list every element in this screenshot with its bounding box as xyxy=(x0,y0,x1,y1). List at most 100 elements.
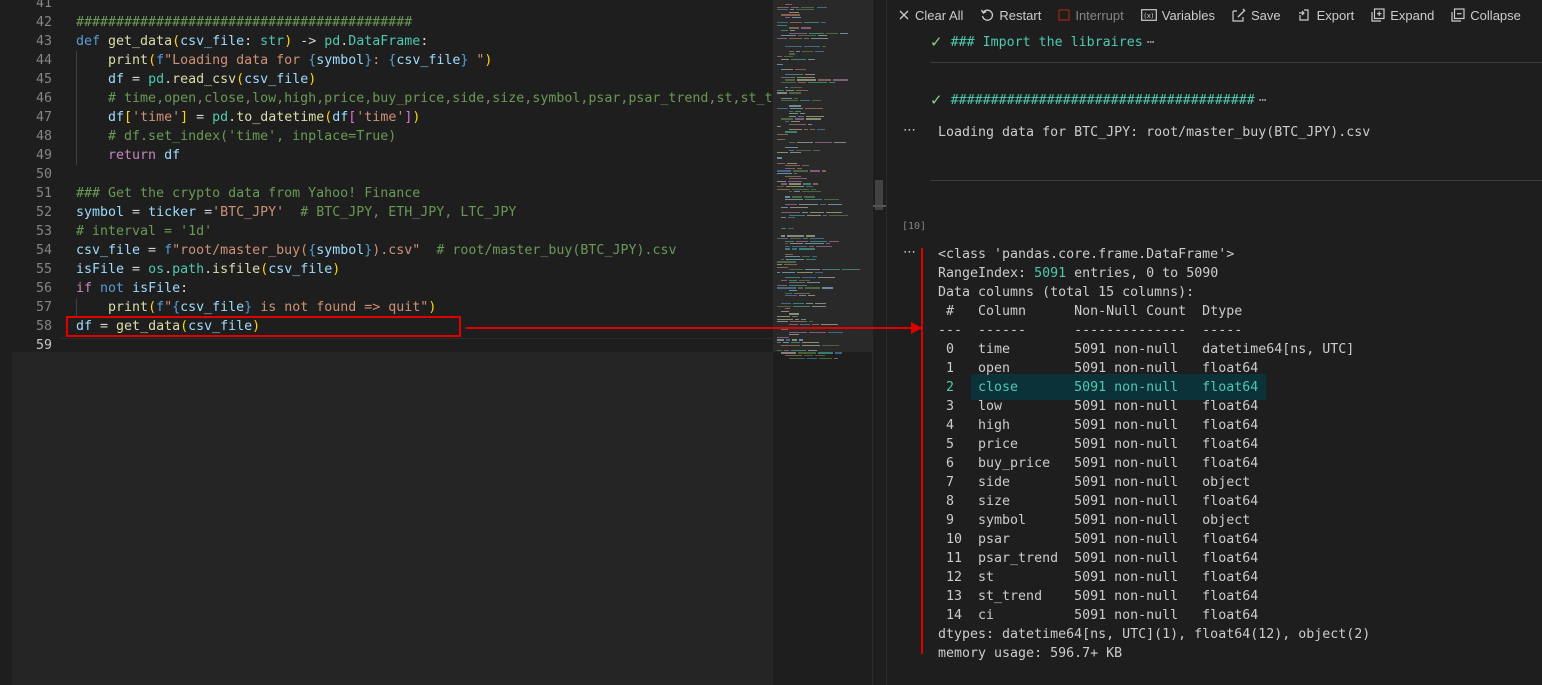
output-line: dtypes: datetime64[ns, UTC](1), float64(… xyxy=(938,627,1371,642)
minimap-code-mark xyxy=(791,6,799,8)
output-line: 6 buy_price 5091 non-null float64 xyxy=(938,456,1259,471)
minimap-code-mark xyxy=(805,269,820,271)
minimap[interactable] xyxy=(773,0,872,685)
minimap-code-mark xyxy=(777,126,781,128)
code-line[interactable]: 51 ### Get the crypto data from Yahoo! Fi… xyxy=(0,184,773,203)
markdown-cell-hashes[interactable]: ✓ ######################################… xyxy=(930,90,1267,110)
expand-button[interactable]: Expand xyxy=(1371,4,1434,26)
minimap-code-mark xyxy=(777,316,791,318)
minimap-code-mark xyxy=(789,128,802,130)
output-more-button[interactable]: ⋯ xyxy=(903,123,917,138)
minimap-code-mark xyxy=(807,295,815,297)
expand-icon xyxy=(1371,8,1385,22)
minimap-code-mark xyxy=(791,349,807,351)
code-line[interactable]: 52 symbol = ticker ='BTC_JPY' # BTC_JPY, … xyxy=(0,203,773,222)
ellipsis-icon[interactable]: ⋯ xyxy=(1259,93,1267,108)
minimap-code-mark xyxy=(804,196,816,198)
ellipsis-icon[interactable]: ⋯ xyxy=(1147,35,1155,50)
code-text: def get_data(csv_file: str) -> pd.DataFr… xyxy=(76,34,429,49)
minimap-code-mark xyxy=(789,9,794,11)
minimap-code-mark xyxy=(797,76,815,78)
minimap-code-mark xyxy=(785,131,798,133)
output-line: 9 symbol 5091 non-null object xyxy=(938,513,1251,528)
minimap-code-mark xyxy=(826,243,830,245)
save-button[interactable]: Save xyxy=(1232,4,1281,26)
code-line[interactable]: 50 xyxy=(0,165,773,184)
editor-scrollbar[interactable] xyxy=(872,0,887,685)
markdown-cell-imports[interactable]: ✓ ### Import the libraires ⋯ xyxy=(930,32,1155,52)
minimap-code-mark xyxy=(803,45,821,47)
code-line[interactable]: 53 # interval = '1d' xyxy=(0,222,773,241)
minimap-code-mark xyxy=(797,287,803,289)
minimap-code-mark xyxy=(791,339,798,341)
minimap-code-mark xyxy=(785,243,789,245)
minimap-code-mark xyxy=(791,196,803,198)
code-line[interactable]: 57 print(f"{csv_file} is not found => qu… xyxy=(0,298,773,317)
minimap-code-mark xyxy=(813,183,818,185)
minimap-code-mark xyxy=(817,128,826,130)
code-line[interactable]: 46 # time,open,close,low,high,price,buy_… xyxy=(0,89,773,108)
minimap-code-mark xyxy=(791,245,808,247)
code-line[interactable]: 43 def get_data(csv_file: str) -> pd.Data… xyxy=(0,32,773,51)
minimap-code-mark xyxy=(802,277,817,279)
code-line[interactable]: 42 ######################################… xyxy=(0,13,773,32)
minimap-code-mark xyxy=(815,303,826,305)
minimap-code-mark xyxy=(799,248,816,250)
collapse-button[interactable]: Collapse xyxy=(1451,4,1521,26)
code-line[interactable]: 55 isFile = os.path.isfile(csv_file) xyxy=(0,260,773,279)
minimap-code-mark xyxy=(781,30,788,32)
minimap-code-mark xyxy=(777,24,787,26)
minimap-code-mark xyxy=(809,245,815,247)
minimap-code-mark xyxy=(789,149,795,151)
variables-button[interactable]: (x) Variables xyxy=(1140,4,1215,26)
minimap-code-mark xyxy=(781,227,786,229)
minimap-code-mark xyxy=(785,339,790,341)
output-more-button[interactable]: ⋯ xyxy=(903,245,917,260)
export-button[interactable]: Export xyxy=(1298,4,1355,26)
minimap-code-mark xyxy=(823,214,828,216)
code-line[interactable]: 48 # df.set_index('time', inplace=True) xyxy=(0,127,773,146)
minimap-code-mark xyxy=(792,188,809,190)
interrupt-button[interactable]: Interrupt xyxy=(1058,4,1124,26)
minimap-code-mark xyxy=(818,352,834,354)
minimap-code-mark xyxy=(809,240,828,242)
minimap-code-mark xyxy=(829,214,848,216)
output-line: 12 st 5091 non-null float64 xyxy=(938,570,1259,585)
minimap-code-mark xyxy=(781,118,794,120)
minimap-code-mark xyxy=(777,170,792,172)
clear-all-button[interactable]: Clear All xyxy=(898,4,963,26)
code-text: return df xyxy=(108,148,181,163)
code-line[interactable]: 45 df = pd.read_csv(csv_file) xyxy=(0,70,773,89)
minimap-code-mark xyxy=(777,6,790,8)
code-line[interactable]: 56 if not isFile: xyxy=(0,279,773,298)
minimap-code-mark xyxy=(805,235,816,237)
minimap-code-mark xyxy=(800,6,815,8)
minimap-code-mark xyxy=(799,339,803,341)
code-line[interactable]: 44 print(f"Loading data for {symbol}: {c… xyxy=(0,51,773,70)
export-label: Export xyxy=(1316,7,1355,23)
minimap-code-mark xyxy=(808,349,818,351)
minimap-code-mark xyxy=(785,240,794,242)
minimap-code-mark xyxy=(794,69,807,71)
minimap-code-mark xyxy=(800,323,811,325)
code-line[interactable]: 54 csv_file = f"root/master_buy({symbol})… xyxy=(0,241,773,260)
close-icon xyxy=(899,10,909,20)
line-number: 41 xyxy=(35,0,52,11)
code-line[interactable]: 47 df['time'] = pd.to_datetime(df['time'… xyxy=(0,108,773,127)
line-number: 48 xyxy=(35,129,52,144)
current-line-indicator xyxy=(60,338,773,339)
code-line[interactable]: 41 xyxy=(0,0,773,13)
minimap-code-mark xyxy=(805,303,814,305)
minimap-code-mark xyxy=(777,349,782,351)
minimap-code-mark xyxy=(793,170,808,172)
minimap-code-mark xyxy=(777,89,784,91)
code-editor[interactable]: 41 42 ####################################… xyxy=(0,0,773,352)
minimap-code-mark xyxy=(797,82,807,84)
minimap-code-mark xyxy=(812,323,820,325)
minimap-code-mark xyxy=(801,27,812,29)
code-line[interactable]: 49 return df xyxy=(0,146,773,165)
restart-button[interactable]: Restart xyxy=(980,4,1041,26)
minimap-code-mark xyxy=(789,108,803,110)
minimap-code-mark xyxy=(777,173,792,175)
minimap-code-mark xyxy=(798,279,811,281)
